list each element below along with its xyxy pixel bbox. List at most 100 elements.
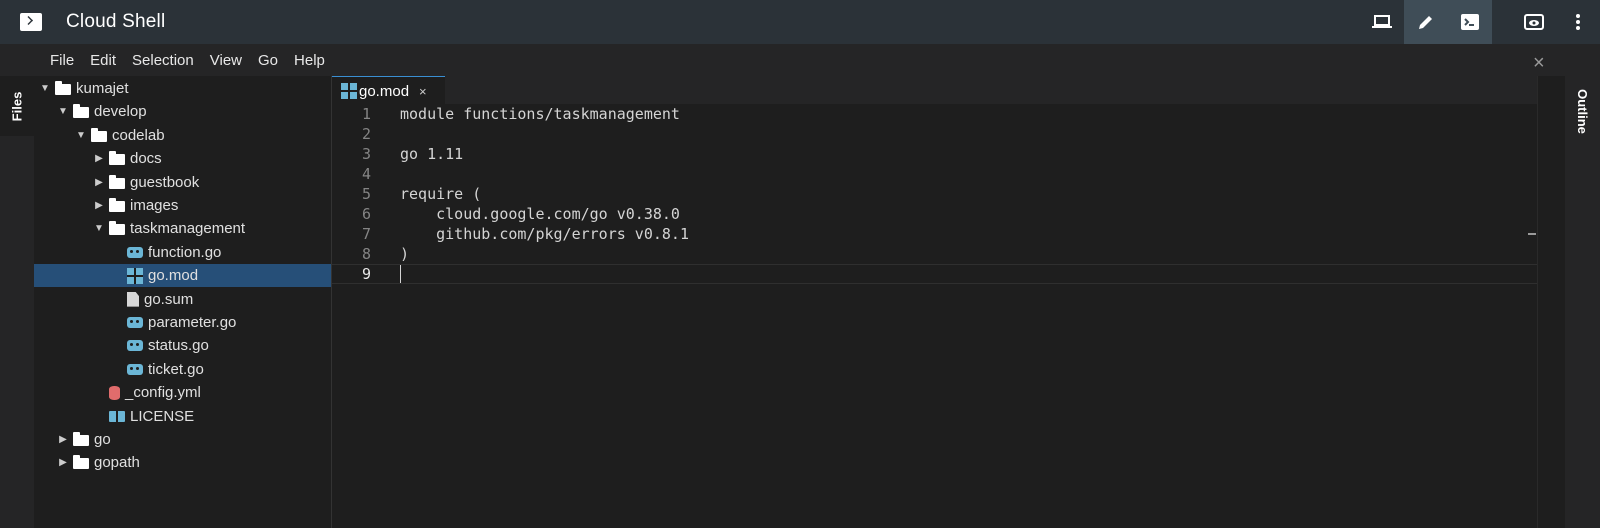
chevron-down-icon[interactable]: ▼: [74, 130, 88, 141]
tree-item[interactable]: ▶LICENSE: [34, 405, 331, 428]
go-file-icon: [127, 246, 143, 258]
database-icon: [109, 385, 120, 400]
code-line[interactable]: 3 go 1.11: [332, 144, 1537, 164]
editor: go.mod × 1 module functions/taskmanagemen…: [332, 76, 1537, 528]
menu-go[interactable]: Go: [250, 52, 286, 69]
tree-item[interactable]: ▶go.mod: [34, 264, 331, 288]
tree-item-label: guestbook: [130, 173, 200, 191]
tree-item-label: codelab: [112, 126, 165, 144]
tree-item-label: go: [94, 431, 111, 448]
folder-icon: [109, 174, 125, 189]
code-area[interactable]: 1 module functions/taskmanagement 2 3 go 1.1…: [332, 104, 1537, 528]
line-number: 9: [361, 265, 371, 283]
folder-icon: [109, 221, 125, 236]
line-number: 6: [361, 205, 371, 223]
folder-icon: [109, 198, 125, 212]
code-line[interactable]: 1 module functions/taskmanagement: [332, 104, 1537, 124]
code-line[interactable]: 7 github.com/pkg/errors v0.8.1: [332, 224, 1537, 244]
folder-icon: [109, 151, 125, 166]
go-mod-file-icon: [341, 83, 357, 99]
outline-tab[interactable]: Outline: [1565, 76, 1600, 146]
scrollbar-divider: [1537, 76, 1538, 528]
tree-item[interactable]: ▶ gopath: [34, 451, 331, 474]
tree-item-label: go.mod: [148, 267, 199, 285]
close-panel-icon[interactable]: ×: [1533, 52, 1545, 75]
line-number: 1: [361, 105, 371, 123]
tree-item[interactable]: ▶ go: [34, 428, 331, 451]
tree-item[interactable]: ▶_config.yml: [34, 381, 331, 404]
code-line[interactable]: 5 require (: [332, 184, 1537, 204]
menu-edit[interactable]: Edit: [82, 52, 124, 69]
menu-help[interactable]: Help: [286, 52, 333, 69]
editor-tab-go-mod[interactable]: go.mod ×: [332, 76, 445, 105]
code-text: go 1.11: [400, 145, 464, 163]
tree-item-label: LICENSE: [130, 407, 195, 425]
cloud-shell-icon: [20, 13, 42, 31]
scroll-marker: [1528, 233, 1536, 235]
line-number: 4: [361, 165, 371, 183]
code-line[interactable]: 4: [332, 164, 1537, 184]
close-icon[interactable]: ×: [419, 84, 427, 99]
chevron-down-icon[interactable]: ▼: [92, 223, 106, 234]
line-number: 5: [361, 185, 371, 203]
tree-item-label: parameter.go: [148, 314, 237, 331]
go-file-icon: [127, 363, 143, 375]
folder-icon: [73, 455, 89, 470]
outline-tab-label: Outline: [1575, 88, 1590, 134]
code-line[interactable]: 6 cloud.google.com/go v0.38.0: [332, 204, 1537, 224]
file-explorer: ▼ kumajet ▼ develop ▼ codelab ▶ docs ▶ guestbook ▶…: [34, 76, 332, 528]
code-line[interactable]: 2: [332, 124, 1537, 144]
chevron-right-icon[interactable]: ▶: [56, 457, 70, 468]
go-mod-file-icon: [127, 267, 143, 284]
files-tab[interactable]: Files: [0, 76, 34, 136]
right-rail: Outline: [1565, 76, 1600, 528]
chevron-right-icon[interactable]: ▶: [92, 153, 106, 164]
chevron-down-icon[interactable]: ▼: [56, 106, 70, 117]
menu-bar: File Edit Selection View Go Help: [0, 44, 1600, 76]
top-bar: Cloud Shell: [0, 0, 1600, 44]
tree-item[interactable]: ▶ docs: [34, 147, 331, 170]
tree-item[interactable]: ▼ taskmanagement: [34, 217, 331, 240]
folder-icon: [55, 81, 71, 95]
code-text: cloud.google.com/go v0.38.0: [400, 205, 680, 223]
tree-item[interactable]: ▶status.go: [34, 334, 331, 357]
chevron-right-icon[interactable]: ▶: [92, 177, 106, 188]
top-actions: [1360, 0, 1600, 44]
go-file-icon: [127, 340, 143, 352]
chevron-right-icon[interactable]: ▶: [56, 434, 70, 445]
code-text: module functions/taskmanagement: [400, 105, 680, 123]
tree-item[interactable]: ▶parameter.go: [34, 311, 331, 334]
left-rail: Files: [0, 76, 34, 528]
more-vert-icon[interactable]: [1556, 0, 1600, 44]
tree-item[interactable]: ▶ticket.go: [34, 358, 331, 381]
file-icon: [127, 291, 139, 307]
line-number: 8: [361, 245, 371, 263]
menu-file[interactable]: File: [42, 52, 82, 69]
code-line[interactable]: 9: [332, 264, 1537, 284]
line-number: 7: [361, 225, 371, 243]
pencil-icon[interactable]: [1404, 0, 1448, 44]
menu-view[interactable]: View: [202, 52, 250, 69]
tree-item[interactable]: ▼ kumajet: [34, 77, 331, 100]
editor-tabstrip: go.mod ×: [332, 76, 1537, 105]
laptop-icon[interactable]: [1360, 0, 1404, 44]
preview-icon[interactable]: [1512, 0, 1556, 44]
tree-item[interactable]: ▶go.sum: [34, 288, 331, 311]
tree-item[interactable]: ▼ codelab: [34, 124, 331, 147]
tree-item[interactable]: ▼ develop: [34, 100, 331, 123]
chevron-down-icon[interactable]: ▼: [38, 83, 52, 94]
tree-item[interactable]: ▶ images: [34, 194, 331, 217]
tree-item-label: taskmanagement: [130, 220, 246, 238]
terminal-icon[interactable]: [1448, 0, 1492, 44]
tree-item[interactable]: ▶function.go: [34, 241, 331, 264]
chevron-right-icon[interactable]: ▶: [92, 200, 106, 211]
go-file-icon: [127, 317, 143, 328]
code-line[interactable]: 8): [332, 244, 1537, 264]
menu-selection[interactable]: Selection: [124, 52, 202, 69]
tree-item-label: function.go: [148, 243, 222, 261]
tree-item-label: develop: [94, 103, 147, 121]
tree-item-label: docs: [130, 150, 162, 168]
tree-item-label: kumajet: [76, 80, 129, 97]
folder-icon: [73, 104, 89, 119]
tree-item[interactable]: ▶ guestbook: [34, 171, 331, 194]
